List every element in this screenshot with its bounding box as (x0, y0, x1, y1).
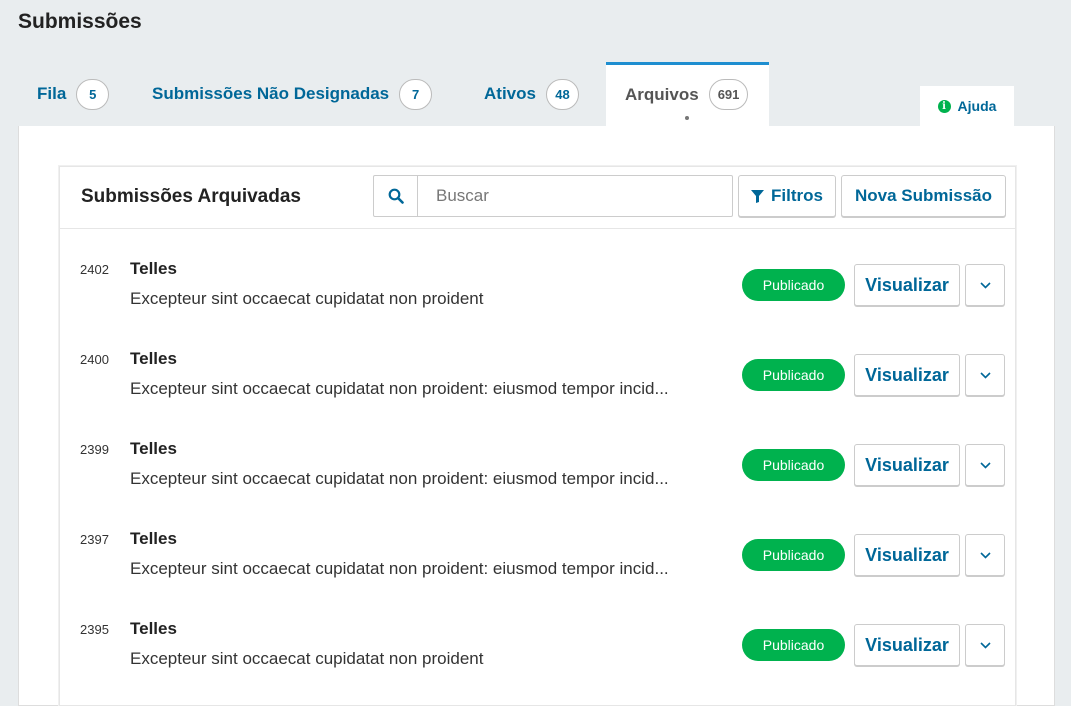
submission-row: 2400 Telles Excepteur sint occaecat cupi… (60, 319, 1015, 409)
tab-count: 7 (399, 78, 433, 110)
tab-count: 48 (545, 78, 579, 110)
submission-author: Telles (130, 259, 177, 278)
submission-title: Excepteur sint occaecat cupidatat non pr… (130, 289, 484, 308)
tab-unassigned[interactable]: Submissões Não Designadas 7 (133, 62, 450, 126)
search-icon (388, 188, 404, 204)
view-button[interactable]: Visualizar (854, 444, 960, 486)
submission-title: Excepteur sint occaecat cupidatat non pr… (130, 559, 669, 578)
submission-id: 2400 (80, 352, 109, 367)
submission-author: Telles (130, 349, 177, 368)
tab-count: 5 (76, 78, 110, 110)
help-button[interactable]: i Ajuda (920, 86, 1014, 126)
submission-row: 2395 Telles Excepteur sint occaecat cupi… (60, 589, 1015, 679)
submission-id: 2399 (80, 442, 109, 457)
tab-label: Arquivos (625, 84, 699, 104)
active-tab-indicator (685, 116, 689, 120)
view-button[interactable]: Visualizar (854, 534, 960, 576)
submission-title: Excepteur sint occaecat cupidatat non pr… (130, 379, 669, 398)
tab-bar: Fila 5 Submissões Não Designadas 7 Ativo… (18, 62, 1058, 127)
submission-id: 2395 (80, 622, 109, 637)
submission-author: Telles (130, 529, 177, 548)
view-button[interactable]: Visualizar (854, 354, 960, 396)
expand-button[interactable] (965, 354, 1005, 396)
status-badge: Publicado (742, 269, 845, 301)
tab-label: Submissões Não Designadas (152, 84, 390, 103)
search-input[interactable] (418, 176, 732, 216)
submission-row: 2402 Telles Excepteur sint occaecat cupi… (60, 229, 1015, 319)
help-label: Ajuda (957, 98, 997, 114)
tab-queue[interactable]: Fila 5 (18, 62, 127, 126)
submissions-card: Submissões Arquivadas Filtros Nova Submi… (59, 166, 1016, 706)
submission-row: 2397 Telles Excepteur sint occaecat cupi… (60, 499, 1015, 589)
submission-author: Telles (130, 439, 177, 458)
submission-title: Excepteur sint occaecat cupidatat non pr… (130, 469, 669, 488)
page-title: Submissões (18, 10, 142, 33)
filter-icon (751, 189, 765, 203)
submission-title: Excepteur sint occaecat cupidatat non pr… (130, 649, 484, 668)
status-badge: Publicado (742, 449, 845, 481)
chevron-down-icon (979, 461, 991, 469)
submission-author: Telles (130, 619, 177, 638)
tab-label: Ativos (484, 84, 536, 103)
card-header: Submissões Arquivadas Filtros Nova Submi… (60, 167, 1015, 229)
status-badge: Publicado (742, 359, 845, 391)
view-button[interactable]: Visualizar (854, 264, 960, 306)
card-title: Submissões Arquivadas (81, 186, 301, 207)
search-button[interactable] (374, 176, 418, 216)
tab-active[interactable]: Ativos 48 (465, 62, 597, 126)
main-panel: Submissões Arquivadas Filtros Nova Submi… (18, 126, 1055, 706)
status-badge: Publicado (742, 629, 845, 661)
expand-button[interactable] (965, 624, 1005, 666)
chevron-down-icon (979, 371, 991, 379)
view-button[interactable]: Visualizar (854, 624, 960, 666)
chevron-down-icon (979, 551, 991, 559)
submission-id: 2397 (80, 532, 109, 547)
info-icon: i (937, 99, 951, 113)
tab-archived[interactable]: Arquivos 691 (606, 62, 769, 127)
status-badge: Publicado (742, 539, 845, 571)
search-box (373, 175, 733, 217)
submission-id: 2402 (80, 262, 109, 277)
expand-button[interactable] (965, 534, 1005, 576)
chevron-down-icon (979, 641, 991, 649)
chevron-down-icon (979, 281, 991, 289)
tab-label: Fila (37, 84, 67, 103)
filters-label: Filtros (771, 186, 823, 205)
filters-button[interactable]: Filtros (738, 175, 836, 217)
tab-count: 691 (708, 79, 749, 110)
new-submission-button[interactable]: Nova Submissão (841, 175, 1006, 217)
expand-button[interactable] (965, 264, 1005, 306)
expand-button[interactable] (965, 444, 1005, 486)
submission-row: 2399 Telles Excepteur sint occaecat cupi… (60, 409, 1015, 499)
